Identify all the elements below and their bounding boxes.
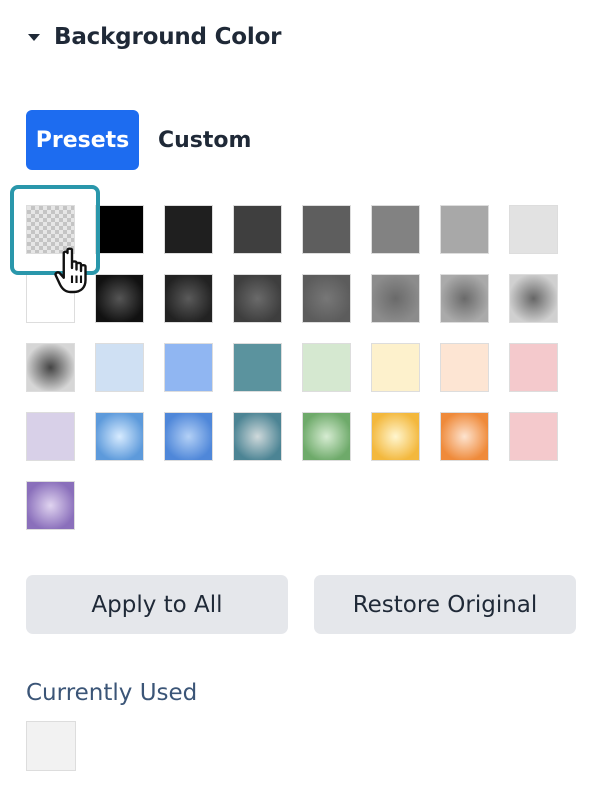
color-swatch[interactable] bbox=[371, 343, 420, 392]
color-swatch[interactable] bbox=[440, 205, 489, 254]
color-swatch[interactable] bbox=[302, 205, 351, 254]
color-swatch[interactable] bbox=[371, 274, 420, 323]
color-swatch[interactable] bbox=[95, 343, 144, 392]
color-swatch[interactable] bbox=[440, 274, 489, 323]
color-swatch[interactable] bbox=[95, 205, 144, 254]
color-swatch[interactable] bbox=[164, 205, 213, 254]
color-swatch[interactable] bbox=[164, 274, 213, 323]
caret-down-icon bbox=[28, 33, 40, 41]
color-swatch[interactable] bbox=[302, 274, 351, 323]
color-swatch[interactable] bbox=[26, 412, 75, 461]
color-swatch[interactable] bbox=[26, 343, 75, 392]
color-swatch[interactable] bbox=[164, 343, 213, 392]
color-swatch[interactable] bbox=[95, 412, 144, 461]
hand-pointer-icon bbox=[54, 247, 87, 294]
color-swatch[interactable] bbox=[371, 412, 420, 461]
apply-to-all-button[interactable]: Apply to All bbox=[26, 575, 288, 634]
color-swatch[interactable] bbox=[440, 412, 489, 461]
color-swatch[interactable] bbox=[440, 343, 489, 392]
section-title: Background Color bbox=[54, 24, 282, 50]
tab-custom[interactable]: Custom bbox=[145, 110, 264, 170]
color-swatch[interactable] bbox=[233, 274, 282, 323]
color-swatch[interactable] bbox=[509, 205, 558, 254]
color-swatch[interactable] bbox=[302, 412, 351, 461]
color-swatch[interactable] bbox=[26, 481, 75, 530]
color-swatch[interactable] bbox=[95, 274, 144, 323]
color-swatch[interactable] bbox=[233, 343, 282, 392]
tab-bar: Presets Custom bbox=[26, 110, 264, 170]
tab-presets[interactable]: Presets bbox=[26, 110, 139, 170]
color-swatch[interactable] bbox=[509, 274, 558, 323]
color-swatch[interactable] bbox=[164, 412, 213, 461]
color-swatch[interactable] bbox=[371, 205, 420, 254]
color-swatch[interactable] bbox=[233, 412, 282, 461]
background-color-section-header[interactable]: Background Color bbox=[28, 24, 282, 50]
currently-used-label: Currently Used bbox=[26, 680, 198, 706]
currently-used-swatch[interactable] bbox=[26, 721, 76, 771]
color-swatch[interactable] bbox=[509, 343, 558, 392]
color-swatch[interactable] bbox=[233, 205, 282, 254]
color-swatch[interactable] bbox=[509, 412, 558, 461]
color-swatch[interactable] bbox=[302, 343, 351, 392]
restore-original-button[interactable]: Restore Original bbox=[314, 575, 576, 634]
